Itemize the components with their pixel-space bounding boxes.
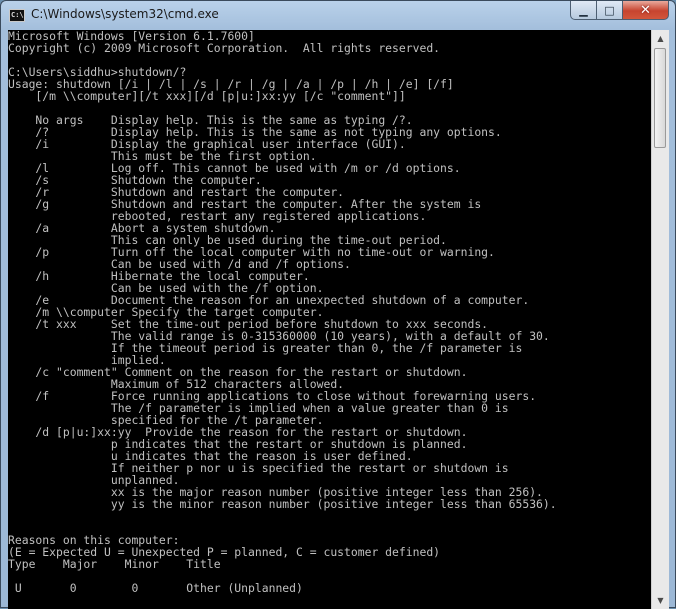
close-button[interactable]: ✕ bbox=[623, 1, 669, 20]
vertical-scrollbar[interactable]: ▲ ▼ bbox=[651, 30, 669, 609]
scroll-down-arrow-icon[interactable]: ▼ bbox=[652, 592, 669, 609]
console-line: Copyright (c) 2009 Microsoft Corporation… bbox=[8, 41, 441, 55]
console-line: Type Major Minor Title bbox=[8, 557, 221, 571]
console-line: [/m \\computer][/t xxx][/d [p|u:]xx:yy [… bbox=[8, 89, 406, 103]
console-line: yy is the minor reason number (positive … bbox=[8, 497, 557, 511]
window-controls: ▁ □ ✕ bbox=[570, 1, 669, 21]
cmd-app-icon[interactable]: C:\ bbox=[9, 9, 25, 22]
cmd-window: C:\ C:\Windows\system32\cmd.exe ▁ □ ✕ Mi… bbox=[0, 0, 676, 609]
window-title: C:\Windows\system32\cmd.exe bbox=[31, 7, 219, 21]
console-client-area: Microsoft Windows [Version 6.1.7600] Copy… bbox=[8, 30, 669, 609]
title-bar[interactable]: C:\ C:\Windows\system32\cmd.exe ▁ □ ✕ bbox=[1, 1, 675, 29]
minimize-icon: ▁ bbox=[579, 3, 588, 17]
console-line: U 0 0 Other (Unplanned) bbox=[8, 581, 303, 595]
scroll-up-arrow-icon[interactable]: ▲ bbox=[652, 30, 669, 47]
scrollbar-thumb[interactable] bbox=[654, 48, 666, 148]
minimize-button[interactable]: ▁ bbox=[570, 1, 597, 20]
maximize-button[interactable]: □ bbox=[597, 1, 623, 20]
close-icon: ✕ bbox=[640, 2, 651, 18]
console-output[interactable]: Microsoft Windows [Version 6.1.7600] Copy… bbox=[8, 30, 651, 609]
maximize-icon: □ bbox=[604, 3, 615, 17]
